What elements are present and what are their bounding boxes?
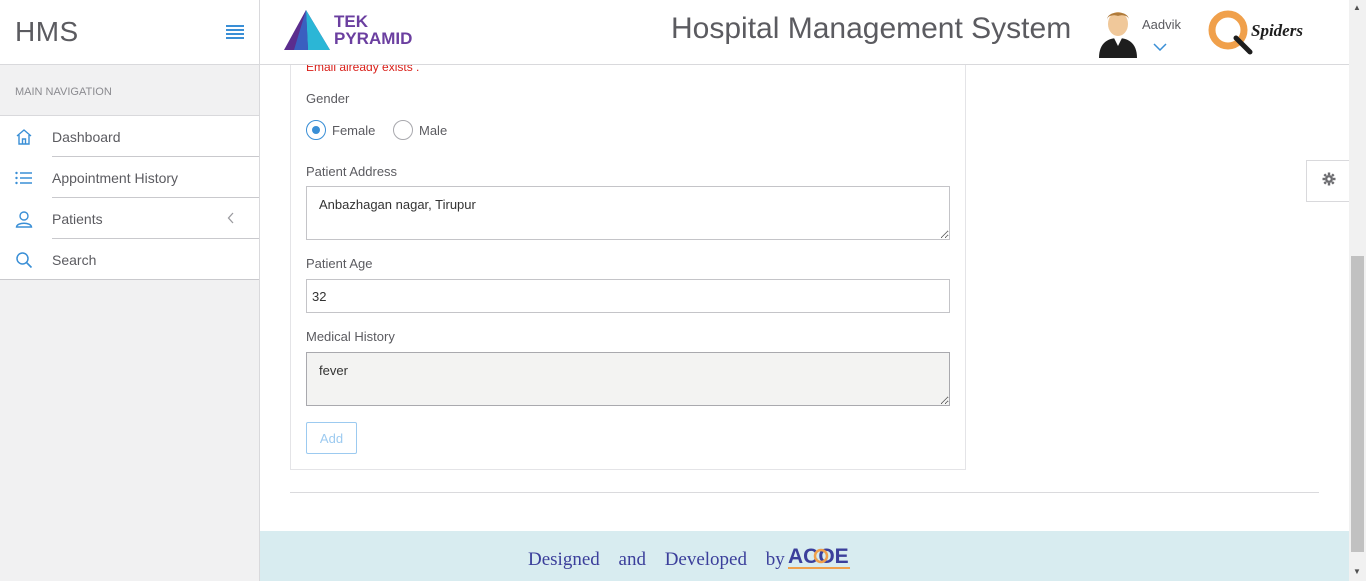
app-title: Hospital Management System: [671, 12, 1072, 45]
sidebar-item-label: Patients: [52, 210, 103, 227]
sidebar-item-dashboard[interactable]: Dashboard: [0, 116, 259, 157]
medical-history-label: Medical History: [306, 329, 395, 344]
user-icon: [0, 210, 52, 228]
gender-male-radio[interactable]: Male: [393, 120, 447, 140]
email-error-message: Email already exists .: [306, 65, 420, 74]
age-input[interactable]: [306, 279, 950, 313]
sidebar-brand: HMS: [0, 0, 259, 65]
sidebar-item-search[interactable]: Search: [0, 239, 259, 280]
hamburger-menu-icon[interactable]: [226, 25, 244, 39]
radio-label: Female: [332, 122, 376, 138]
tek-pyramid-logo: TEK PYRAMID: [284, 10, 412, 50]
top-header: TEK PYRAMID Hospital Management System A…: [260, 0, 1366, 65]
gear-icon: [1322, 172, 1336, 191]
scrollbar-thumb[interactable]: [1351, 256, 1364, 552]
radio-unchecked[interactable]: [393, 120, 413, 140]
pyramid-logo-icon: [284, 10, 330, 50]
main-content: Email already exists . Gender Female Mal…: [260, 65, 1350, 581]
search-icon: [0, 251, 52, 269]
age-label: Patient Age: [306, 256, 373, 271]
sidebar-item-label: Appointment History: [52, 169, 179, 186]
sidebar-item-appointment-history[interactable]: Appointment History: [0, 157, 259, 198]
vertical-scrollbar[interactable]: ▲ ▼: [1349, 0, 1366, 581]
footer-text: Designed and Developed by: [528, 549, 785, 570]
brand-name: HMS: [15, 16, 79, 47]
gender-female-radio[interactable]: Female: [306, 120, 375, 140]
list-icon: [0, 171, 52, 185]
nav-section-label: MAIN NAVIGATION: [15, 86, 112, 98]
chevron-down-icon[interactable]: [1153, 38, 1167, 56]
divider: [290, 492, 1319, 493]
gender-label: Gender: [306, 91, 350, 106]
sidebar-item-label: Dashboard: [52, 128, 121, 145]
user-avatar: [1099, 12, 1137, 58]
sidebar-item-label: Search: [52, 251, 97, 268]
scroll-up-arrow-icon[interactable]: ▲: [1353, 4, 1361, 12]
footer: Designed and Developed by ACOE: [260, 531, 1350, 581]
add-patient-panel: [290, 65, 966, 470]
logo-text-line2: PYRAMID: [334, 29, 413, 48]
chevron-left-icon[interactable]: [227, 211, 235, 229]
partner-logo-text: Spiders: [1251, 21, 1303, 40]
settings-gear-button[interactable]: [1306, 160, 1350, 202]
nav-list: Dashboard Appointment History Patients S…: [0, 115, 259, 280]
radio-label: Male: [419, 122, 448, 138]
user-menu[interactable]: Aadvik: [1097, 8, 1187, 60]
acoe-logo: ACOE: [788, 545, 850, 569]
medical-history-textarea[interactable]: fever: [306, 352, 950, 406]
sidebar-item-patients[interactable]: Patients: [0, 198, 259, 239]
scroll-down-arrow-icon[interactable]: ▼: [1353, 568, 1361, 576]
qspiders-logo: Spiders: [1208, 10, 1318, 56]
home-icon: [0, 128, 52, 146]
address-label: Patient Address: [306, 164, 398, 179]
acoe-logo-text: ACOE: [788, 545, 849, 568]
add-button[interactable]: Add: [306, 422, 357, 454]
logo-text-line1: TEK: [334, 12, 368, 31]
user-name: Aadvik: [1142, 17, 1182, 32]
radio-checked[interactable]: [306, 120, 326, 140]
sidebar: HMS MAIN NAVIGATION Dashboard Appointmen…: [0, 0, 260, 581]
address-textarea[interactable]: Anbazhagan nagar, Tirupur: [306, 186, 950, 240]
